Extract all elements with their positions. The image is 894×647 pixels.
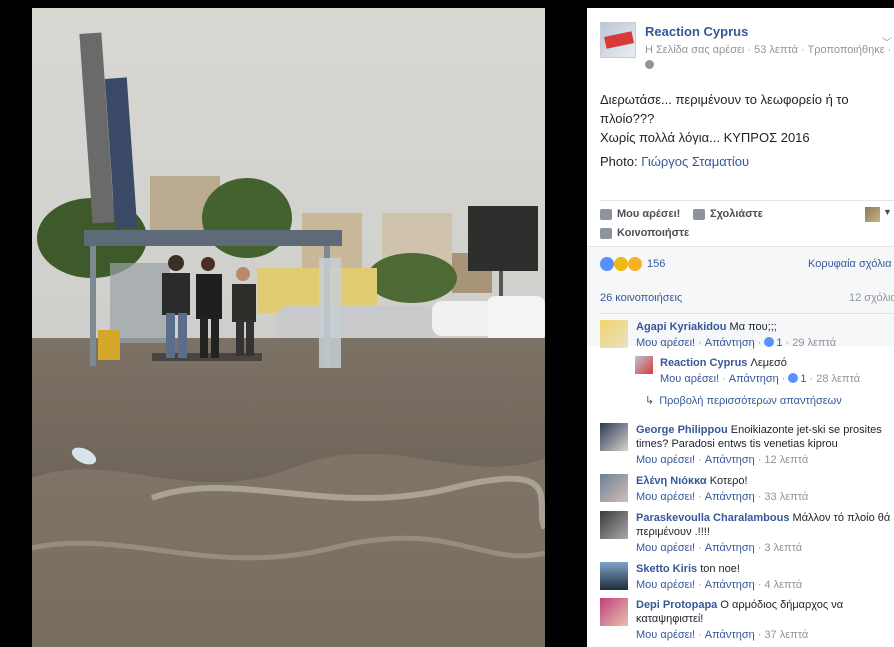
- comment-reply-link[interactable]: Απάντηση: [705, 454, 755, 466]
- comment-like-link[interactable]: Μου αρέσει!: [660, 373, 719, 385]
- comments-count[interactable]: 12 σχόλια: [849, 292, 894, 304]
- like-label: Μου αρέσει!: [617, 208, 681, 220]
- comment-reply-link[interactable]: Απάντηση: [705, 629, 755, 641]
- comment-button[interactable]: Σχολιάστε: [693, 208, 763, 220]
- angry-reaction-icon: [614, 257, 628, 271]
- chevron-down-icon[interactable]: ﹀: [882, 34, 892, 49]
- view-more-replies-link[interactable]: ↳ Προβολή περισσότερων απαντήσεων: [645, 394, 842, 407]
- comment-like-link[interactable]: Μου αρέσει!: [636, 491, 695, 503]
- comment-text: Κοτερο!: [709, 475, 748, 487]
- comment-like-count[interactable]: 1: [776, 337, 782, 349]
- comment-like-link[interactable]: Μου αρέσει!: [636, 542, 695, 554]
- avatar[interactable]: [600, 423, 628, 451]
- shares-link[interactable]: 26 κοινοποιήσεις: [600, 292, 682, 304]
- avatar[interactable]: [600, 511, 628, 539]
- post-photo[interactable]: [32, 8, 545, 647]
- thumbs-up-icon: [600, 208, 612, 220]
- reply-arrow-icon: ↳: [645, 395, 655, 407]
- post-text-line: Διερωτάσε... περιμένουν το λεωφορείο ή τ…: [600, 92, 849, 107]
- caret-down-icon[interactable]: ▼: [883, 207, 892, 217]
- view-more-replies-label: Προβολή περισσότερων απαντήσεων: [659, 395, 842, 407]
- comment-time[interactable]: 3 λεπτά: [764, 542, 802, 554]
- comment-time[interactable]: 33 λεπτά: [764, 491, 808, 503]
- share-button[interactable]: Κοινοποιήστε: [600, 227, 689, 239]
- comment-like-link[interactable]: Μου αρέσει!: [636, 454, 695, 466]
- comment-author[interactable]: Reaction Cyprus: [660, 357, 747, 369]
- comment-time[interactable]: 37 λεπτά: [764, 629, 808, 641]
- post-actions: Μου αρέσει! Σχολιάστε Κοινοποιήστε ▼: [600, 200, 894, 246]
- comment-icon: [693, 208, 705, 220]
- post-text: Διερωτάσε... περιμένουν το λεωφορείο ή τ…: [600, 90, 880, 147]
- comment-like-count[interactable]: 1: [800, 373, 806, 385]
- avatar[interactable]: [600, 598, 628, 626]
- divider: [600, 313, 894, 314]
- comment-like-link[interactable]: Μου αρέσει!: [636, 579, 695, 591]
- comment-time[interactable]: 29 λεπτά: [792, 337, 836, 349]
- comment-time[interactable]: 28 λεπτά: [816, 373, 860, 385]
- globe-icon: [645, 60, 654, 69]
- comment-reply-link[interactable]: Απάντηση: [705, 491, 755, 503]
- actor-avatar[interactable]: [865, 207, 880, 222]
- share-label: Κοινοποιήστε: [617, 227, 690, 239]
- reaction-count[interactable]: 156: [647, 258, 665, 270]
- avatar[interactable]: [600, 562, 628, 590]
- comment-reply-link[interactable]: Απάντηση: [705, 542, 755, 554]
- post-side-panel: Reaction Cyprus Η Σελίδα σας αρέσει · 53…: [587, 8, 894, 647]
- post-text-line: Χωρίς πολλά λόγια... ΚΥΠΡΟΣ 2016: [600, 130, 810, 145]
- comment-author[interactable]: George Philippou: [636, 424, 728, 436]
- comment-author[interactable]: Sketto Kiris: [636, 563, 697, 575]
- like-button[interactable]: Μου αρέσει!: [600, 208, 680, 220]
- top-comments-dropdown[interactable]: Κορυφαία σχόλια: [808, 258, 891, 270]
- avatar[interactable]: [600, 474, 628, 502]
- comment-label: Σχολιάστε: [710, 208, 763, 220]
- photo-credit-author[interactable]: Γιώργος Σταματίου: [641, 154, 749, 169]
- comment-reply-link[interactable]: Απάντηση: [729, 373, 779, 385]
- like-reaction-icon: [788, 373, 799, 383]
- comment-like-link[interactable]: Μου αρέσει!: [636, 337, 695, 349]
- comment-time[interactable]: 4 λεπτά: [764, 579, 802, 591]
- post-text-line: πλοίο???: [600, 111, 655, 126]
- photo-credit: Photo: Γιώργος Σταματίου: [600, 154, 749, 169]
- comment-like-link[interactable]: Μου αρέσει!: [636, 629, 695, 641]
- post-header: Reaction Cyprus Η Σελίδα σας αρέσει · 53…: [600, 22, 894, 78]
- comment-time[interactable]: 12 λεπτά: [764, 454, 808, 466]
- photo-credit-label: Photo:: [600, 154, 638, 169]
- like-reaction-icon: [600, 257, 614, 271]
- comment-text: Μα που;;;: [729, 321, 777, 333]
- page-avatar[interactable]: [600, 22, 636, 58]
- page-name-link[interactable]: Reaction Cyprus: [645, 24, 748, 39]
- comment-text: Λεμεσό: [750, 357, 787, 369]
- share-icon: [600, 227, 612, 239]
- post-meta: Η Σελίδα σας αρέσει · 53 λεπτά · Τροποπο…: [645, 44, 892, 56]
- like-reaction-icon: [764, 337, 775, 347]
- avatar[interactable]: [635, 356, 653, 374]
- comment-reply-link[interactable]: Απάντηση: [705, 579, 755, 591]
- comment-text: ton noe!: [700, 563, 740, 575]
- comment-author[interactable]: Paraskevoulla Charalambous: [636, 512, 789, 524]
- comment-author[interactable]: Agapi Kyriakidou: [636, 321, 726, 333]
- comment-author[interactable]: Depi Protopapa: [636, 599, 717, 611]
- comment-reply-link[interactable]: Απάντηση: [705, 337, 755, 349]
- lightbox: Reaction Cyprus Η Σελίδα σας αρέσει · 53…: [0, 0, 894, 647]
- comment-author[interactable]: Ελένη Νιόκκα: [636, 475, 707, 487]
- avatar[interactable]: [600, 320, 628, 348]
- haha-reaction-icon: [628, 257, 642, 271]
